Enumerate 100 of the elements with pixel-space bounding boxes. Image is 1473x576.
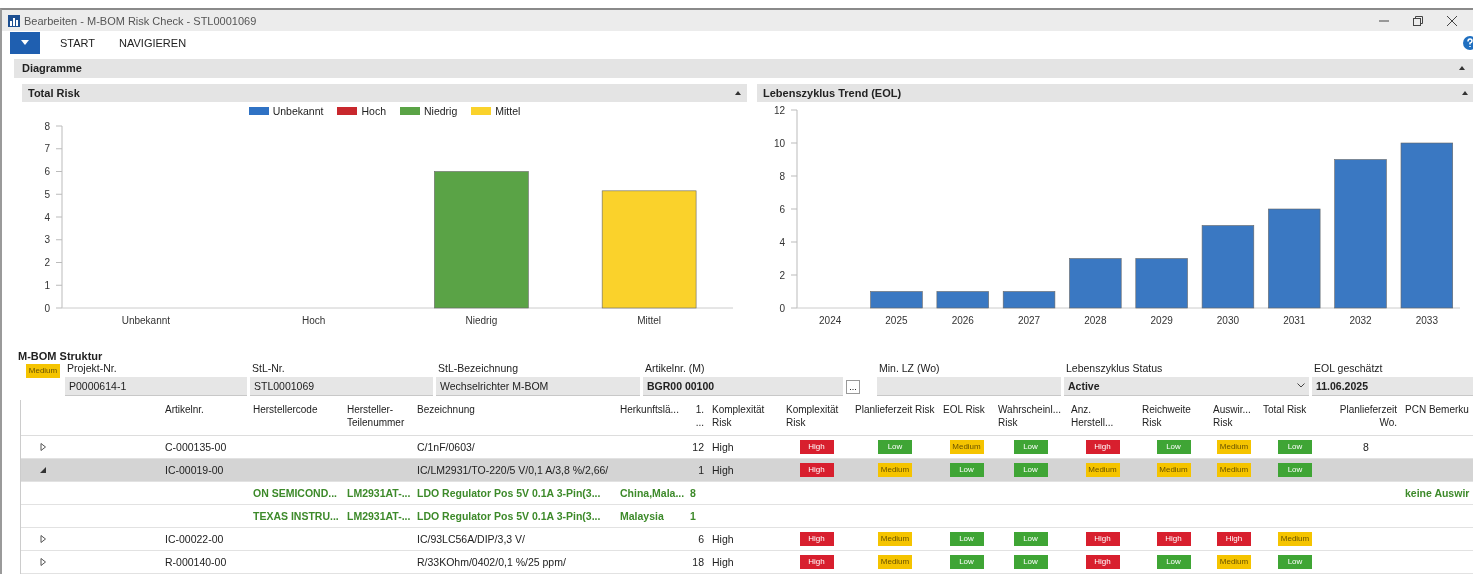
axis-label: 8 [44,120,50,132]
axis-label: 0 [779,302,785,314]
column-header[interactable]: Planlieferzeit Risk [851,400,939,436]
table-row[interactable]: C-000135-00 C/1nF/0603/ 12 High High Low Medium Low High Low Medium Low 8 [21,436,1473,459]
lookup-button[interactable]: ... [846,380,860,394]
axis-label: 2033 [1415,315,1438,326]
column-header[interactable]: Wahrscheinl... Risk [994,400,1067,436]
column-header[interactable]: EOL Risk [939,400,994,436]
collapse-icon[interactable] [39,466,47,474]
risk-badge: High [799,532,834,546]
table-row[interactable]: TEXAS INSTRU... LM2931AT-... LDO Regulator Pos 5V 0.1A 3-Pin(3... Malaysia 1 [21,505,1473,528]
input-field[interactable]: Wechselrichter M-BOM [436,377,640,396]
axis-label: 2031 [1283,315,1306,326]
risk-badge: High [799,440,834,454]
expand-icon[interactable] [39,535,47,543]
axis-label: 2 [779,269,785,281]
risk-badge: Medium [1278,532,1312,546]
table-row[interactable]: IC-00022-00 IC/93LC56A/DIP/3,3 V/ 6 High High Medium Low Low High High High Medium [21,528,1473,551]
risk-badge: Medium [26,364,60,378]
risk-badge: Low [949,463,984,477]
column-header[interactable]: PCN Bemerku [1401,400,1473,436]
input-field[interactable]: STL0001069 [250,377,433,396]
dropdown-field[interactable]: Active [1064,377,1309,396]
field-label: EOL geschätzt [1313,362,1384,376]
legend-label: Hoch [361,105,386,117]
axis-label: 2 [44,257,50,268]
risk-badge: Low [1013,532,1048,546]
risk-badge: Low [1013,555,1048,569]
table-cell-text: 6 [697,532,705,547]
app-icon [8,14,20,27]
table-cell-text: IC-00022-00 [164,532,225,547]
risk-badge: High [1085,440,1120,454]
field-label: StL-Bezeichnung [437,362,519,376]
input-field[interactable] [877,377,1061,396]
help-icon[interactable] [1463,35,1473,50]
risk-badge: Medium [1217,555,1251,569]
axis-label: 7 [44,143,50,155]
column-header[interactable]: Total Risk [1259,400,1331,436]
risk-badge: Low [949,532,984,546]
column-header[interactable]: Auswir... Risk [1209,400,1259,436]
column-header[interactable]: Artikelnr. [161,400,249,436]
table-cell-text: C/1nF/0603/ [416,440,476,455]
column-header[interactable]: Hersteller-Teilenummer [343,400,413,436]
axis-label: 5 [44,188,50,200]
risk-badge: High [1085,555,1120,569]
input-field[interactable]: P0000614-1 [65,377,247,396]
table-row[interactable]: ON SEMICOND... LM2931AT-... LDO Regulator Pos 5V 0.1A 3-Pin(3... China,Mala... 8 keine Auswir [21,482,1473,505]
collapse-icon[interactable] [1459,66,1465,71]
menu-tab[interactable]: NAVIGIEREN [107,36,199,49]
axis-label: Mittel [637,315,662,326]
axis-label: 3 [44,234,50,246]
expand-icon[interactable] [39,443,47,451]
input-field[interactable]: BGR00 00100 [643,377,843,396]
restore-icon[interactable] [1413,15,1423,26]
table-row[interactable]: IC-00019-00 IC/LM2931/TO-220/5 V/0,1 A/3,8 %/2,66/ 1 High High Medium Low Low Medium Medium Medium Low [21,459,1473,482]
legend-label: Mittel [495,105,521,117]
column-header[interactable]: Herkunftslä... [616,400,686,436]
column-header[interactable]: Bezeichnung [413,400,616,436]
table-cell-text: Malaysia [619,509,665,524]
legend-label: Unbekannt [272,105,324,117]
risk-badge: Low [1278,463,1312,477]
risk-badge: Medium [878,463,912,477]
column-header[interactable]: Komplexität Risk [708,400,782,436]
column-header[interactable]: Herstellercode [249,400,343,436]
input-field[interactable]: 11.06.2025 [1312,377,1473,396]
risk-badge: Medium [1085,463,1120,477]
column-header[interactable]: 1. ... [686,400,708,436]
axis-label: Hoch [301,315,326,326]
axis-label: 12 [773,104,785,116]
column-header[interactable]: Anz. Herstell... [1067,400,1138,436]
column-header[interactable]: Komplexität Risk [782,400,851,436]
expand-icon[interactable] [39,558,47,566]
risk-badge: Low [1278,555,1312,569]
risk-badge: High [1217,532,1251,546]
table-cell-text: ON SEMICOND... [252,486,338,501]
collapse-icon[interactable] [735,91,741,95]
table-cell-text: LM2931AT-... [346,486,412,501]
column-header[interactable]: Planlieferzeit Wo. [1331,400,1401,436]
field-label: StL-Nr. [251,362,286,376]
axis-label: 2032 [1349,315,1372,326]
risk-badge: Low [1278,440,1312,454]
close-icon[interactable] [1447,15,1457,26]
risk-badge: High [799,463,834,477]
risk-badge: Medium [1156,463,1191,477]
risk-badge: Medium [1217,440,1251,454]
column-header[interactable]: Reichweite Risk [1138,400,1209,436]
panel-title: Lebenszyklus Trend (EOL) [763,87,903,99]
window-title: Bearbeiten - M-BOM Risk Check - STL0001069 [24,14,258,27]
table-cell-text: IC/LM2931/TO-220/5 V/0,1 A/3,8 %/2,66/ [416,463,610,478]
menu-button[interactable] [10,31,40,54]
risk-badge: Medium [949,440,984,454]
axis-label: 2030 [1216,315,1240,326]
menu-tab[interactable]: START [48,36,108,49]
collapse-icon[interactable] [1462,91,1468,95]
table-cell-text: R/33KOhm/0402/0,1 %/25 ppm/ [416,555,567,570]
field-label: Lebenszyklus Status [1065,362,1164,376]
axis-label: 2026 [951,315,974,326]
axis-label: 4 [779,236,785,248]
table-row[interactable]: R-000140-00 R/33KOhm/0402/0,1 %/25 ppm/ 18 High High Medium Low Low High Low Medium Low [21,551,1473,574]
axis-label: 2028 [1084,315,1107,326]
